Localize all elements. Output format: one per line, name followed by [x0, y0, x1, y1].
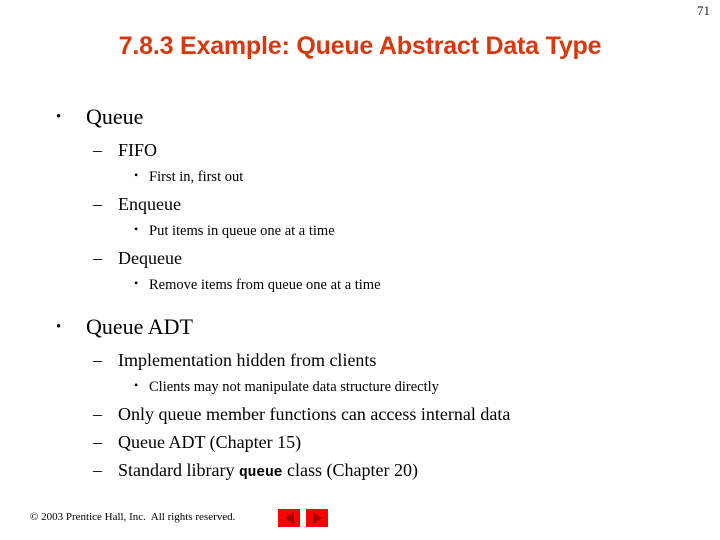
dash-marker-icon: –	[93, 140, 102, 160]
bullet-marker-icon: •	[56, 319, 62, 335]
page-title: 7.8.3 Example: Queue Abstract Data Type	[118, 32, 602, 60]
list-item-label: Queue	[86, 104, 144, 129]
dash-marker-icon: –	[93, 404, 102, 424]
list-item: • Queue	[0, 102, 720, 135]
list-item: • First in, first out	[0, 165, 720, 190]
code-term: queue	[238, 465, 283, 481]
text-suffix: class (Chapter 20)	[282, 460, 418, 480]
copyright-notice: © 2003 Prentice Hall, Inc. All rights re…	[30, 511, 236, 523]
triangle-right-icon	[312, 512, 322, 524]
bullet-marker-icon: •	[134, 276, 139, 290]
bullet-marker-icon: •	[134, 378, 139, 392]
previous-slide-button[interactable]	[278, 509, 300, 527]
list-item-label: First in, first out	[149, 169, 244, 185]
dash-marker-icon: –	[93, 350, 102, 370]
triangle-left-icon	[284, 512, 294, 524]
list-item-label: Queue ADT	[86, 314, 193, 339]
page-number: 71	[697, 3, 710, 18]
list-item-label: Queue ADT (Chapter 15)	[118, 432, 302, 452]
text-prefix: Standard library	[118, 460, 239, 480]
list-item-label: Remove items from queue one at a time	[149, 277, 381, 293]
list-item: – Implementation hidden from clients	[0, 347, 720, 374]
dash-marker-icon: –	[93, 248, 102, 268]
bullet-marker-icon: •	[134, 168, 139, 182]
list-item-label: Dequeue	[118, 248, 182, 268]
outline-list: • Queue – FIFO • First in, first out – E…	[0, 102, 720, 488]
footer: © 2003 Prentice Hall, Inc. All rights re…	[0, 500, 720, 540]
list-item: – Queue ADT (Chapter 15)	[0, 429, 720, 456]
dash-marker-icon: –	[93, 194, 102, 214]
list-item: • Put items in queue one at a time	[0, 219, 720, 244]
slide-page: { "page": { "number": "71", "title": "7.…	[0, 0, 720, 540]
dash-marker-icon: –	[93, 460, 102, 480]
bullet-marker-icon: •	[56, 109, 62, 125]
list-item-label: FIFO	[118, 140, 158, 160]
list-item-label: Enqueue	[118, 194, 181, 214]
bullet-marker-icon: •	[134, 222, 139, 236]
dash-marker-icon: –	[93, 432, 102, 452]
list-item: – Enqueue	[0, 191, 720, 218]
list-item: • Remove items from queue one at a time	[0, 273, 720, 298]
navigation-buttons	[278, 509, 328, 527]
list-item: – Standard library queue class (Chapter …	[0, 457, 720, 487]
list-item-label: Clients may not manipulate data structur…	[149, 379, 439, 395]
list-item-label: Put items in queue one at a time	[149, 223, 335, 239]
next-slide-button[interactable]	[306, 509, 328, 527]
list-item: – Only queue member functions can access…	[0, 401, 720, 428]
list-item: • Clients may not manipulate data struct…	[0, 375, 720, 400]
list-item-label-composite: Standard library queue class (Chapter 20…	[118, 457, 418, 487]
list-item: – Dequeue	[0, 245, 720, 272]
list-item: • Queue ADT	[0, 312, 720, 345]
list-item: – FIFO	[0, 137, 720, 164]
list-item-label: Only queue member functions can access i…	[118, 404, 511, 424]
list-item-label: Implementation hidden from clients	[118, 350, 377, 370]
